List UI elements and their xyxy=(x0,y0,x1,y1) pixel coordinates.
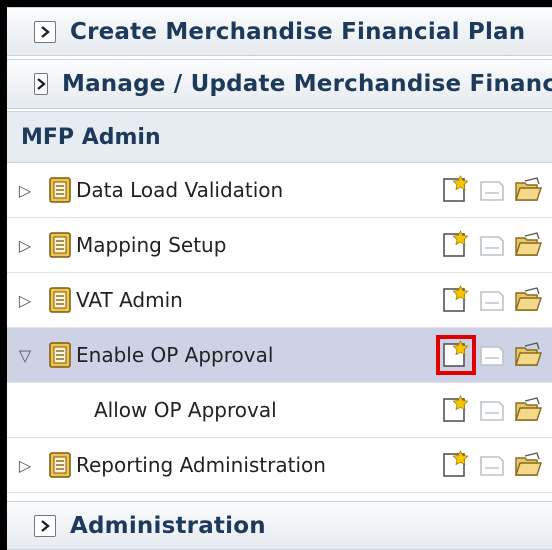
create-workbook-icon[interactable] xyxy=(439,448,473,482)
task-label: Allow OP Approval xyxy=(94,398,277,422)
accordion-administration[interactable]: Administration xyxy=(7,501,552,550)
accordion-manage-plan[interactable]: Manage / Update Merchandise Financial xyxy=(7,59,552,109)
task-row-allow-op-approval[interactable]: Allow OP Approval xyxy=(7,383,552,438)
create-workbook-icon[interactable] xyxy=(436,335,476,375)
task-row-mapping-setup[interactable]: ▷ Mapping Setup xyxy=(7,218,552,273)
task-label: Enable OP Approval xyxy=(76,343,274,367)
task-document-icon xyxy=(49,232,71,258)
open-workbook-icon[interactable] xyxy=(511,448,545,482)
create-workbook-icon[interactable] xyxy=(439,393,473,427)
accordion-label: Create Merchandise Financial Plan xyxy=(70,18,526,45)
open-workbook-icon[interactable] xyxy=(511,173,545,207)
open-workbook-icon[interactable] xyxy=(511,338,545,372)
open-workbook-icon[interactable] xyxy=(511,393,545,427)
expand-triangle-icon[interactable]: ▷ xyxy=(14,236,36,255)
create-workbook-icon[interactable] xyxy=(439,228,473,262)
collapse-triangle-icon[interactable]: ▽ xyxy=(14,346,36,365)
task-label: Reporting Administration xyxy=(76,453,326,477)
task-row-vat-admin[interactable]: ▷ VAT Admin xyxy=(7,273,552,328)
open-workbook-icon[interactable] xyxy=(511,283,545,317)
accordion-mfp-admin[interactable]: MFP Admin xyxy=(7,111,552,163)
expand-triangle-icon[interactable]: ▷ xyxy=(14,291,36,310)
row-actions xyxy=(439,228,547,262)
blank-workbook-icon[interactable] xyxy=(475,338,509,372)
blank-workbook-icon[interactable] xyxy=(475,393,509,427)
chevron-right-icon xyxy=(34,514,56,537)
task-row-enable-op-approval[interactable]: ▽ Enable OP Approval xyxy=(7,328,552,383)
task-navigation-panel: Create Merchandise Financial Plan Manage… xyxy=(7,7,552,550)
task-label: Mapping Setup xyxy=(76,233,227,257)
blank-workbook-icon[interactable] xyxy=(475,448,509,482)
blank-workbook-icon[interactable] xyxy=(475,173,509,207)
task-row-reporting-administration[interactable]: ▷ Reporting Administration xyxy=(7,438,552,493)
accordion-label: Manage / Update Merchandise Financial xyxy=(62,71,552,97)
chevron-right-icon xyxy=(34,73,48,95)
accordion-create-plan[interactable]: Create Merchandise Financial Plan xyxy=(7,7,552,56)
task-row-data-load-validation[interactable]: ▷ Data Load Validation xyxy=(7,163,552,218)
row-actions xyxy=(439,393,547,427)
create-workbook-icon[interactable] xyxy=(439,173,473,207)
task-document-icon xyxy=(49,287,71,313)
section-title: MFP Admin xyxy=(21,124,161,150)
blank-workbook-icon[interactable] xyxy=(475,228,509,262)
expand-triangle-icon[interactable]: ▷ xyxy=(14,456,36,475)
task-document-icon xyxy=(49,342,71,368)
row-actions xyxy=(439,173,547,207)
blank-workbook-icon[interactable] xyxy=(475,283,509,317)
accordion-label: Administration xyxy=(70,512,266,539)
row-actions xyxy=(439,283,547,317)
task-label: VAT Admin xyxy=(76,288,183,312)
expand-triangle-icon[interactable]: ▷ xyxy=(14,181,36,200)
task-label: Data Load Validation xyxy=(76,178,284,202)
task-document-icon xyxy=(49,452,71,478)
task-document-icon xyxy=(49,177,71,203)
row-actions xyxy=(436,335,547,375)
row-actions xyxy=(439,448,547,482)
chevron-right-icon xyxy=(34,20,56,43)
create-workbook-icon[interactable] xyxy=(439,283,473,317)
open-workbook-icon[interactable] xyxy=(511,228,545,262)
